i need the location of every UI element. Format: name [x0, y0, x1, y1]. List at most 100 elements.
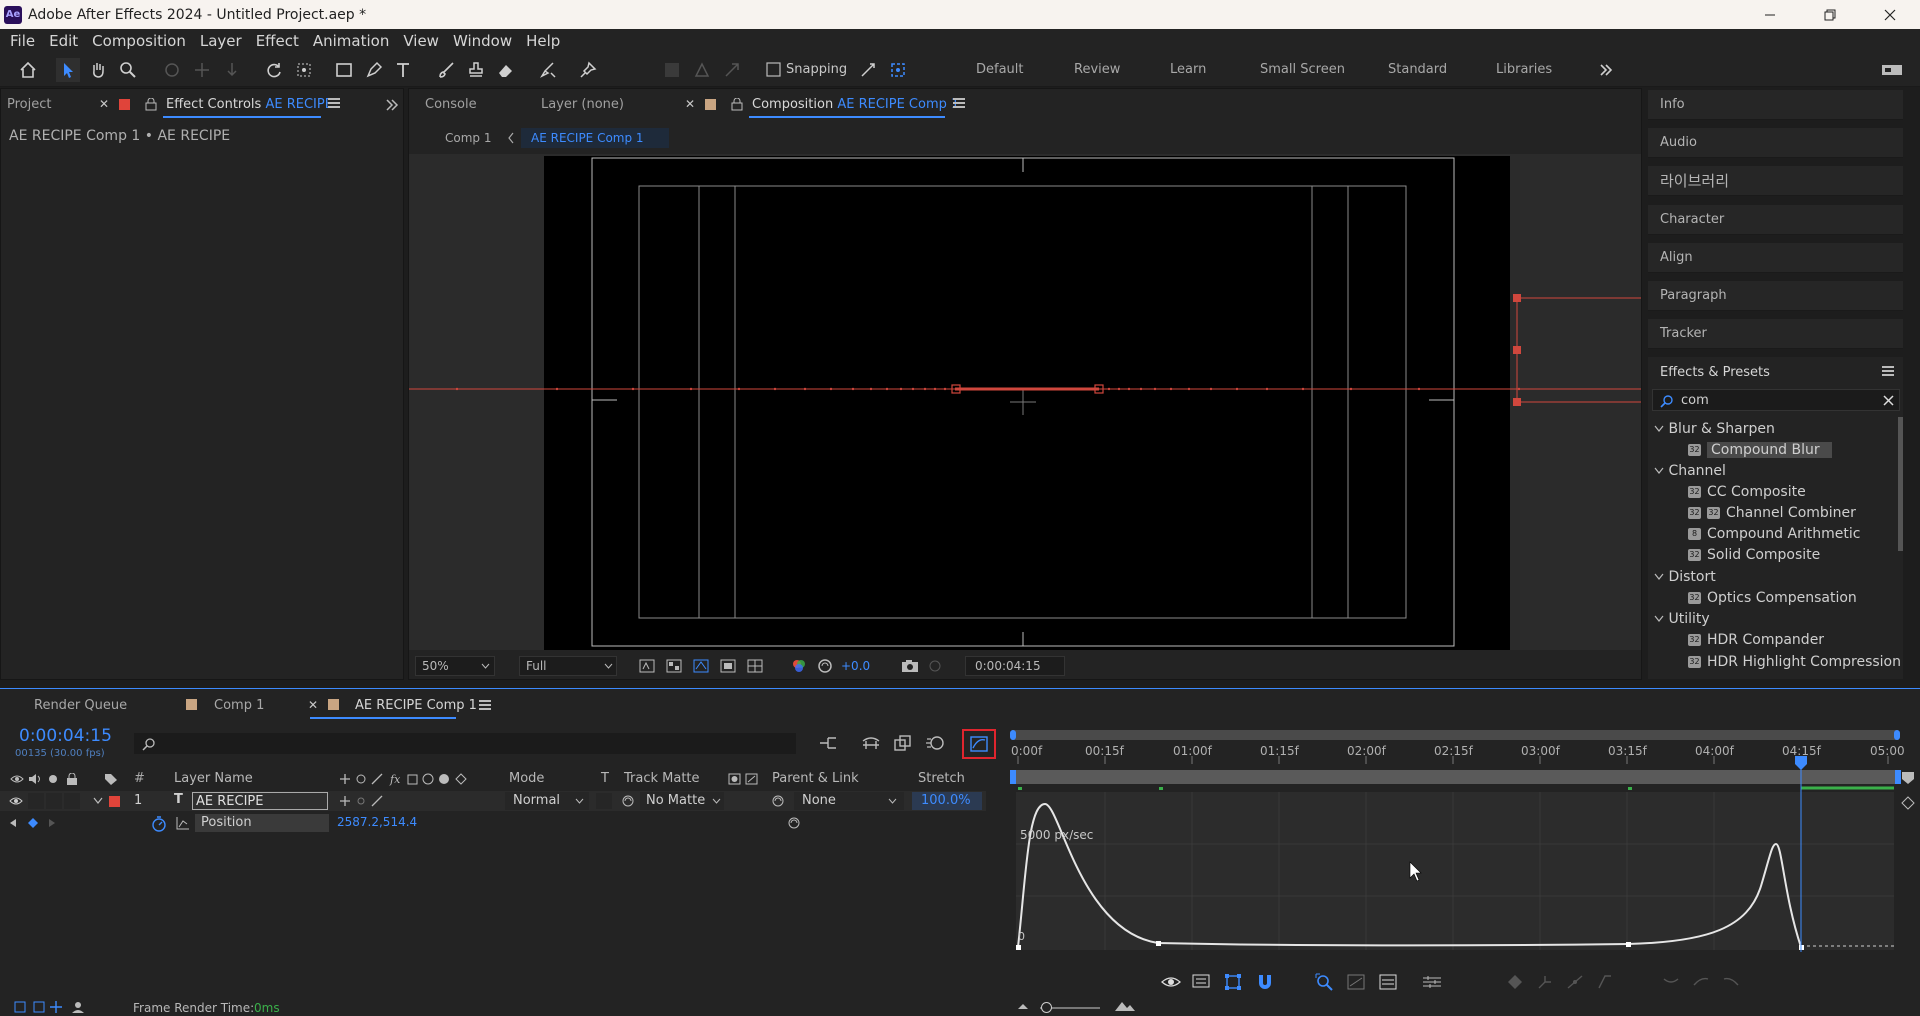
graph-type-button[interactable] [1377, 972, 1399, 992]
menu-composition[interactable]: Composition [92, 32, 186, 50]
work-area-start-handle[interactable] [1010, 730, 1016, 740]
crumb-current[interactable]: AE RECIPE Comp 1 [531, 131, 644, 145]
brush-tool[interactable] [434, 58, 458, 82]
stopwatch-icon[interactable] [151, 816, 167, 832]
anchor-tool[interactable] [292, 58, 316, 82]
fit-all-button[interactable] [1345, 972, 1367, 992]
effects-search-field[interactable]: com [1652, 389, 1900, 411]
graph-editor-toggle[interactable] [962, 729, 996, 759]
audio-switch[interactable] [28, 793, 44, 809]
restore-button[interactable] [1800, 0, 1860, 29]
crumb-comp1[interactable]: Comp 1 [445, 131, 491, 145]
timeline-footer-icons[interactable] [14, 1000, 94, 1014]
comp-marker-icon[interactable] [1900, 795, 1916, 811]
close-tab-button[interactable]: ✕ [685, 97, 695, 111]
lock-icon[interactable] [731, 98, 743, 111]
frame-blending-icon[interactable] [892, 735, 914, 751]
show-snapshot-icon[interactable] [927, 659, 943, 673]
panel-libraries[interactable]: 라이브러리 [1648, 166, 1903, 196]
layer-name-field[interactable]: AE RECIPE [192, 792, 328, 810]
graph-end-marker-icon[interactable] [1900, 770, 1916, 786]
zoom-slider-handle[interactable] [1041, 1002, 1052, 1013]
work-area-bar[interactable] [1012, 730, 1898, 740]
layer-label-swatch[interactable] [109, 796, 120, 807]
puppet-tool[interactable] [576, 58, 600, 82]
close-tab-button[interactable]: ✕ [308, 698, 318, 712]
pan-camera-tool[interactable] [190, 58, 214, 82]
group-utility[interactable]: Utility [1654, 611, 1710, 627]
group-channel[interactable]: Channel [1654, 463, 1726, 479]
workspace-standard[interactable]: Standard [1388, 62, 1447, 77]
viewer-timecode-field[interactable]: 0:00:04:15 [965, 656, 1065, 676]
dolly-camera-tool[interactable] [220, 58, 244, 82]
rotation-tool[interactable] [262, 58, 286, 82]
panel-paragraph[interactable]: Paragraph [1648, 281, 1903, 311]
reset-exposure-icon[interactable] [817, 659, 833, 673]
group-distort[interactable]: Distort [1654, 569, 1716, 585]
workspace-small-screen[interactable]: Small Screen [1260, 62, 1345, 77]
zoom-in-icon[interactable] [1114, 999, 1136, 1013]
property-name-field[interactable]: Position [195, 814, 329, 832]
zoom-tool[interactable] [116, 58, 140, 82]
workspace-review[interactable]: Review [1074, 62, 1120, 77]
workspace-libraries[interactable]: Libraries [1496, 62, 1552, 77]
region-of-interest-icon[interactable] [720, 659, 736, 673]
tab-layer[interactable]: Layer (none) [541, 97, 624, 112]
exposure-value[interactable]: +0.0 [841, 659, 870, 673]
mask-path-icon[interactable] [693, 659, 709, 673]
convert-linear-button[interactable] [1594, 972, 1616, 992]
tab-project[interactable]: Project [7, 97, 51, 112]
viewer-canvas[interactable] [409, 154, 1641, 650]
col-parent-link[interactable]: Parent & Link [772, 771, 859, 786]
channel-rgb-icon[interactable] [791, 659, 807, 673]
easy-ease-in-button[interactable] [1690, 972, 1712, 992]
solo-switch[interactable] [46, 793, 62, 809]
tab-composition[interactable]: Composition AE RECIPE Comp 1 [752, 97, 959, 112]
panel-info[interactable]: Info [1648, 90, 1903, 120]
prev-keyframe-icon[interactable] [9, 818, 17, 828]
effect-solid-composite[interactable]: 32 Solid Composite [1688, 547, 1820, 563]
workspace-menu-button[interactable] [1880, 58, 1904, 82]
mode-dropdown[interactable]: Normal [505, 792, 589, 810]
timeline-search-field[interactable] [134, 733, 796, 754]
easy-ease-button[interactable] [1660, 972, 1682, 992]
panel-tracker[interactable]: Tracker [1648, 319, 1903, 349]
close-window-button[interactable] [1860, 0, 1920, 29]
effects-search-input[interactable]: com [1681, 393, 1709, 408]
minimize-button[interactable] [1740, 0, 1800, 29]
preserve-transparency-switch[interactable] [596, 793, 612, 809]
stretch-field[interactable]: 100.0% [912, 792, 982, 810]
effect-compound-blur[interactable]: 32 Compound Blur [1688, 442, 1832, 458]
axis-tool-view[interactable] [720, 58, 744, 82]
snapping-options[interactable] [856, 58, 880, 82]
roto-brush-tool[interactable] [536, 58, 560, 82]
effects-scrollbar[interactable] [1898, 417, 1903, 551]
lock-icon[interactable] [145, 98, 157, 111]
hand-tool[interactable] [86, 58, 110, 82]
tab-effect-controls[interactable]: Effect Controls AE RECIPE [166, 97, 333, 112]
close-tab-button[interactable]: ✕ [99, 97, 109, 111]
orbit-camera-tool[interactable] [160, 58, 184, 82]
position-value[interactable]: 2587.2,514.4 [337, 815, 417, 829]
menu-window[interactable]: Window [453, 32, 512, 50]
axis-tool-local[interactable] [660, 58, 684, 82]
double-chevron-right-icon[interactable] [385, 98, 399, 112]
pen-tool[interactable] [362, 58, 386, 82]
separate-dimensions-button[interactable] [1421, 972, 1443, 992]
menu-effect[interactable]: Effect [256, 32, 299, 50]
effect-hdr-highlight-compression[interactable]: 32 HDR Highlight Compression [1688, 654, 1901, 670]
effect-cc-composite[interactable]: 32 CC Composite [1688, 484, 1806, 500]
composition-flowchart-icon[interactable] [818, 735, 840, 751]
zoom-out-icon[interactable] [1016, 1001, 1030, 1011]
camera-snapshot-icon[interactable] [901, 659, 919, 673]
col-stretch[interactable]: Stretch [918, 771, 965, 786]
panel-character[interactable]: Character [1648, 205, 1903, 235]
convert-hold-button[interactable] [1534, 972, 1556, 992]
work-area-end-handle[interactable] [1894, 730, 1900, 740]
track-matte-dropdown[interactable]: No Matte [640, 792, 724, 810]
workspace-overflow-button[interactable] [1594, 58, 1618, 82]
next-keyframe-icon[interactable] [48, 818, 56, 828]
convert-auto-bezier-button[interactable] [1564, 972, 1586, 992]
grid-guides-icon[interactable] [747, 659, 763, 673]
panel-menu-icon[interactable] [479, 700, 491, 710]
